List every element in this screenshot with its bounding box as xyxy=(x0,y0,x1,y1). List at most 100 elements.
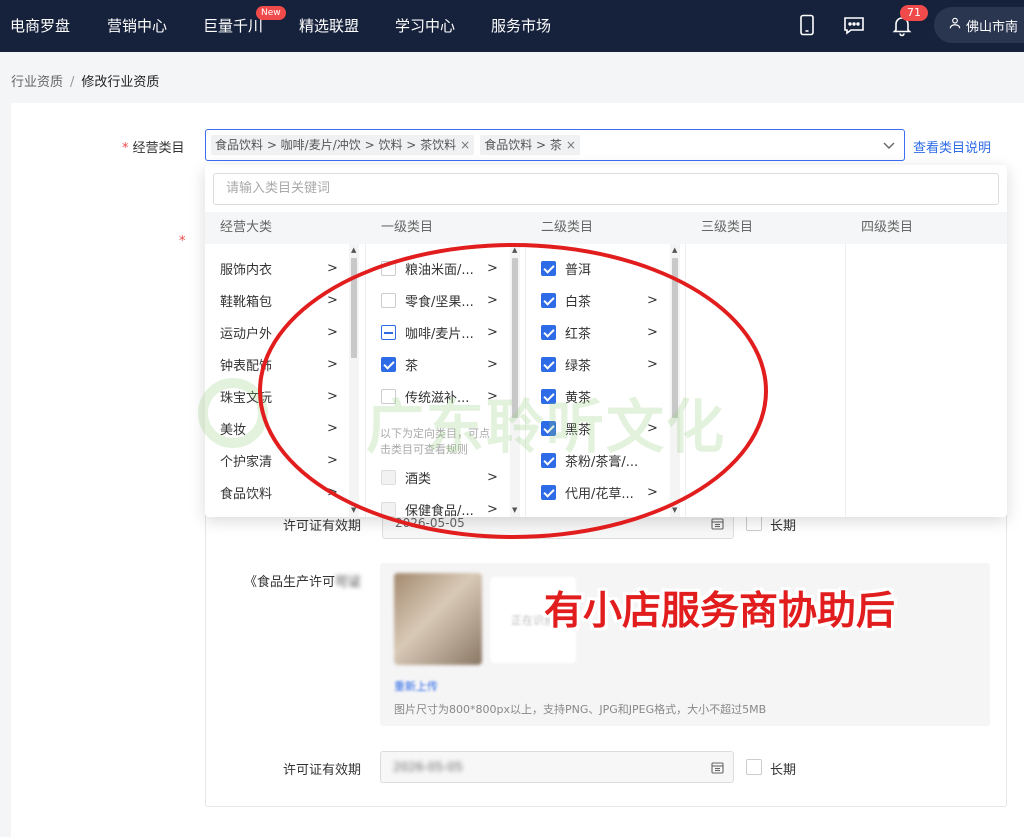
level1-category-item[interactable]: 粮油米面/... xyxy=(381,252,474,284)
level2-category-item[interactable]: 代用/花草... xyxy=(541,476,634,508)
col-header-level2: 二级类目 xyxy=(526,212,686,244)
scroll-thumb[interactable] xyxy=(512,258,518,418)
major-category-item[interactable]: 服饰内衣 xyxy=(220,252,272,284)
level1-category-item[interactable]: 茶 xyxy=(381,348,418,380)
second-long-term-label: 长期 xyxy=(770,763,797,778)
checkbox-checked[interactable] xyxy=(541,356,556,372)
major-category-item[interactable]: 钟表配饰 xyxy=(220,348,272,380)
nav-item-service-market[interactable]: 服务市场 xyxy=(491,15,551,36)
major-category-item[interactable]: 运动户外 xyxy=(220,316,272,348)
chevron-right-icon: > xyxy=(487,260,498,276)
nav-item-alliance[interactable]: 精选联盟 xyxy=(299,15,359,36)
checkbox-checked[interactable] xyxy=(541,260,556,276)
chevron-right-icon: > xyxy=(327,356,338,372)
category-help-link[interactable]: 查看类目说明 xyxy=(913,137,991,156)
scroll-up-icon[interactable]: ▲ xyxy=(512,246,517,254)
checkbox-checked[interactable] xyxy=(541,452,556,468)
reupload-link[interactable]: 重新上传 xyxy=(394,678,438,694)
checkbox-disabled xyxy=(381,469,396,485)
scroll-down-icon[interactable]: ▼ xyxy=(672,506,677,514)
upload-hint: 图片尺寸为800*800px以上，支持PNG、JPG和JPEG格式，大小不超过5… xyxy=(394,703,767,716)
chevron-right-icon: > xyxy=(327,292,338,308)
user-menu[interactable]: 佛山市南 xyxy=(934,7,1024,43)
checkbox-checked[interactable] xyxy=(541,388,556,404)
level2-category-column: 普洱 白茶 > 红茶 > 绿茶 > 黄茶 黑茶 > 茶粉/茶膏/... 代用/花… xyxy=(526,244,686,517)
long-term-checkbox[interactable] xyxy=(746,515,762,531)
checkbox-unchecked[interactable] xyxy=(381,260,396,276)
major-category-item[interactable]: 食品饮料 xyxy=(220,476,272,508)
phone-icon[interactable] xyxy=(795,13,819,37)
checkbox-unchecked[interactable] xyxy=(381,388,396,404)
level2-category-item[interactable]: 绿茶 xyxy=(541,348,591,380)
checkbox-checked[interactable] xyxy=(541,324,556,340)
col-header-level4: 四级类目 xyxy=(846,212,1007,244)
chevron-right-icon: > xyxy=(327,324,338,340)
license-image-thumbnail[interactable] xyxy=(394,573,482,665)
checkbox-checked[interactable] xyxy=(541,420,556,436)
notification-count-badge: 71 xyxy=(900,5,928,21)
level2-category-item[interactable]: 茶粉/茶膏/... xyxy=(541,444,638,476)
checkbox-unchecked[interactable] xyxy=(381,292,396,308)
nav-item-marketing[interactable]: 营销中心 xyxy=(107,15,167,36)
scroll-down-icon[interactable]: ▼ xyxy=(351,506,356,514)
scroll-up-icon[interactable]: ▲ xyxy=(351,246,356,254)
level2-category-item[interactable]: 普洱 xyxy=(541,252,591,284)
scroll-thumb[interactable] xyxy=(351,258,357,358)
checkbox-checked[interactable] xyxy=(381,356,396,372)
major-category-item[interactable]: 美妆 xyxy=(220,412,246,444)
level1-directed-item[interactable]: 保健食品/... xyxy=(381,493,474,517)
level3-category-column xyxy=(686,244,846,517)
checkbox-partial[interactable] xyxy=(381,324,396,340)
level2-category-item[interactable]: 黄茶 xyxy=(541,380,591,412)
level1-category-item[interactable]: 零食/坚果... xyxy=(381,284,474,316)
level2-column-scrollbar[interactable]: ▲ ▼ xyxy=(670,244,680,517)
chevron-right-icon: > xyxy=(487,469,498,485)
col-header-level1: 一级类目 xyxy=(366,212,526,244)
level1-directed-item[interactable]: 酒类 xyxy=(381,461,431,493)
chevron-right-icon: > xyxy=(487,324,498,340)
chevron-right-icon: > xyxy=(647,324,658,340)
calendar-icon xyxy=(711,517,724,530)
nav-item-qianchuan[interactable]: 巨量千川 xyxy=(203,15,263,36)
ocr-status: 正在识别 xyxy=(490,577,576,663)
scroll-up-icon[interactable]: ▲ xyxy=(672,246,677,254)
message-icon[interactable] xyxy=(842,13,866,37)
chevron-down-icon[interactable] xyxy=(882,138,896,152)
license-validity-label: 许可证有效期 xyxy=(283,519,362,534)
chevron-right-icon: > xyxy=(487,292,498,308)
chevron-right-icon: > xyxy=(487,501,498,517)
category-keyword-input[interactable]: 请输入类目关键词 xyxy=(213,173,999,205)
level1-column-scrollbar[interactable]: ▲ ▼ xyxy=(510,244,520,517)
level1-category-column: 粮油米面/... > 零食/坚果... > 咖啡/麦片... > 茶 > 传统滋… xyxy=(366,244,526,517)
major-category-item[interactable]: 珠宝文玩 xyxy=(220,380,272,412)
new-badge: New xyxy=(256,6,286,20)
nav-item-compass[interactable]: 电商罗盘 xyxy=(10,15,70,36)
required-mark: * xyxy=(179,234,186,249)
scroll-thumb[interactable] xyxy=(672,258,678,418)
tag-close-icon[interactable]: × xyxy=(460,135,470,155)
chevron-right-icon: > xyxy=(647,484,658,500)
chevron-right-icon: > xyxy=(647,420,658,436)
col-header-major: 经营大类 xyxy=(205,212,366,244)
col-header-level3: 三级类目 xyxy=(686,212,846,244)
selected-category-tag: 食品饮料 > 咖啡/麦片/冲饮 > 饮料 > 茶饮料 × xyxy=(211,135,475,155)
scroll-down-icon[interactable]: ▼ xyxy=(512,506,517,514)
breadcrumb-parent[interactable]: 行业资质 xyxy=(11,75,63,90)
level1-category-item[interactable]: 咖啡/麦片... xyxy=(381,316,474,348)
category-select[interactable]: 食品饮料 > 咖啡/麦片/冲饮 > 饮料 > 茶饮料 × 食品饮料 > 茶 × xyxy=(205,129,905,161)
major-category-item[interactable]: 鞋靴箱包 xyxy=(220,284,272,316)
checkbox-checked[interactable] xyxy=(541,484,556,500)
checkbox-checked[interactable] xyxy=(541,292,556,308)
level2-category-item[interactable]: 黑茶 xyxy=(541,412,591,444)
level2-category-item[interactable]: 白茶 xyxy=(541,284,591,316)
second-long-term-checkbox[interactable] xyxy=(746,759,762,775)
nav-item-learning[interactable]: 学习中心 xyxy=(395,15,455,36)
chevron-right-icon: > xyxy=(327,484,338,500)
major-category-item[interactable]: 个护家清 xyxy=(220,444,272,476)
level2-category-item[interactable]: 红茶 xyxy=(541,316,591,348)
second-date-input[interactable]: 2026-05-05 xyxy=(380,751,734,783)
level1-category-item[interactable]: 传统滋补... xyxy=(381,380,469,412)
level4-category-column xyxy=(846,244,1007,517)
major-column-scrollbar[interactable]: ▲ ▼ xyxy=(349,244,359,517)
tag-close-icon[interactable]: × xyxy=(566,135,576,155)
